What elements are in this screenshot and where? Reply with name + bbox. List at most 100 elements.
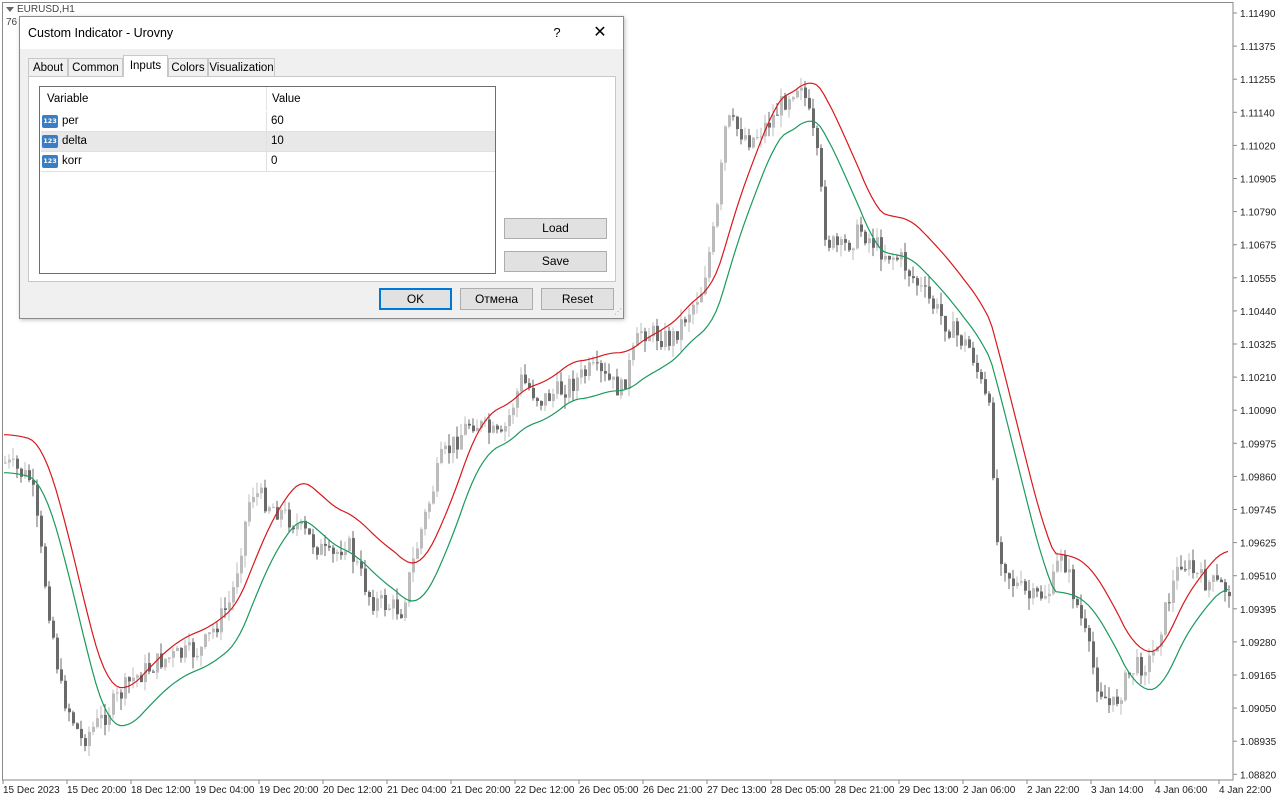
variable-name: delta <box>62 135 87 147</box>
candle-body <box>712 226 715 252</box>
time-label: 29 Dec 13:00 <box>899 785 959 796</box>
candle-body <box>384 595 387 611</box>
candle-body <box>252 497 255 503</box>
table-header: Variable Value <box>40 87 495 111</box>
candle-body <box>216 628 219 633</box>
table-row[interactable]: 123 korr 0 <box>41 152 495 172</box>
candle-body <box>1184 569 1187 571</box>
chart-menu-triangle-icon[interactable] <box>6 6 14 12</box>
candle-body <box>336 551 339 554</box>
candle-body <box>408 572 411 603</box>
candle-body <box>840 239 843 246</box>
reset-button[interactable]: Reset <box>541 288 614 310</box>
candle-body <box>716 204 719 227</box>
candle-body <box>552 393 555 401</box>
candle-body <box>628 359 631 389</box>
candle-body <box>188 642 191 646</box>
dialog-titlebar[interactable]: Custom Indicator - Urovny ? ✕ <box>20 17 623 49</box>
candle-body <box>564 394 567 398</box>
candle-body <box>804 87 807 99</box>
candle-body <box>584 369 587 376</box>
candle-body <box>816 127 819 149</box>
candle-body <box>1068 569 1071 573</box>
candle-body <box>472 425 475 432</box>
candle-body <box>488 419 491 433</box>
close-button[interactable]: ✕ <box>587 21 613 45</box>
resize-grip-icon[interactable]: ⋰ <box>612 307 622 317</box>
tab-inputs[interactable]: Inputs <box>123 55 168 77</box>
cancel-button[interactable]: Отмена <box>460 288 533 310</box>
candle-body <box>448 445 451 454</box>
candle-body <box>580 369 583 378</box>
tab-visualization[interactable]: Visualization <box>208 58 275 76</box>
candle-body <box>696 302 699 305</box>
candle-body <box>1104 696 1107 699</box>
candle-body <box>936 304 939 309</box>
candle-body <box>892 257 895 260</box>
chart-symbol-label: EURUSD,H1 <box>6 4 75 15</box>
candle-body <box>4 462 7 464</box>
time-label: 2 Jan 06:00 <box>963 785 1016 796</box>
candle-body <box>604 371 607 374</box>
candle-body <box>492 425 495 433</box>
candle-body <box>1044 596 1047 599</box>
candle-body <box>980 371 983 380</box>
inputs-table[interactable]: Variable Value 123 per 60 123 delta 10 1… <box>39 86 496 274</box>
time-label: 3 Jan 14:00 <box>1091 785 1144 796</box>
candle-body <box>1080 605 1083 619</box>
tab-colors[interactable]: Colors <box>168 58 208 76</box>
column-header-variable[interactable]: Variable <box>47 93 88 105</box>
candle-body <box>496 425 499 430</box>
table-row[interactable]: 123 per 60 <box>41 112 495 132</box>
candle-body <box>664 330 667 347</box>
candle-body <box>364 568 367 592</box>
candle-body <box>40 515 43 547</box>
tab-common[interactable]: Common <box>68 58 123 76</box>
candle-body <box>576 377 579 391</box>
time-label: 22 Dec 12:00 <box>515 785 575 796</box>
time-label: 28 Dec 05:00 <box>771 785 831 796</box>
candle-body <box>544 393 547 406</box>
candle-body <box>152 671 155 673</box>
candle-body <box>616 376 619 396</box>
candle-body <box>736 116 739 130</box>
price-label: 1.11375 <box>1240 42 1276 53</box>
column-divider[interactable] <box>266 87 267 111</box>
candle-body <box>1116 696 1119 704</box>
candle-body <box>972 347 975 363</box>
candle-body <box>68 708 71 713</box>
load-button[interactable]: Load <box>504 218 607 239</box>
custom-indicator-dialog: Custom Indicator - Urovny ? ✕ About Comm… <box>19 16 624 319</box>
candle-body <box>720 162 723 205</box>
variable-value[interactable]: 0 <box>271 155 277 167</box>
candle-body <box>964 339 967 346</box>
candle-body <box>316 547 319 555</box>
candle-body <box>532 387 535 399</box>
save-button[interactable]: Save <box>504 251 607 272</box>
ok-button[interactable]: OK <box>379 288 452 310</box>
price-label: 1.08935 <box>1240 737 1277 748</box>
price-label: 1.11255 <box>1240 75 1276 86</box>
price-label: 1.10440 <box>1240 307 1277 318</box>
candle-body <box>612 376 615 380</box>
variable-value[interactable]: 10 <box>271 135 284 147</box>
variable-value[interactable]: 60 <box>271 115 284 127</box>
candle-body <box>340 551 343 556</box>
candle-body <box>388 608 391 611</box>
candle-body <box>272 507 275 509</box>
candle-body <box>420 529 423 549</box>
candle-body <box>856 224 859 249</box>
candle-body <box>376 598 379 611</box>
column-header-value[interactable]: Value <box>272 93 301 105</box>
candle-body <box>1144 671 1147 676</box>
tab-about[interactable]: About <box>28 58 68 76</box>
price-label: 1.11490 <box>1240 9 1276 20</box>
candle-body <box>776 114 779 116</box>
price-label: 1.10905 <box>1240 175 1277 186</box>
table-row[interactable]: 123 delta 10 <box>41 132 495 152</box>
help-button[interactable]: ? <box>544 21 570 45</box>
candle-body <box>516 391 519 408</box>
candle-body <box>1220 579 1223 583</box>
candle-body <box>828 239 831 248</box>
candle-body <box>372 597 375 611</box>
